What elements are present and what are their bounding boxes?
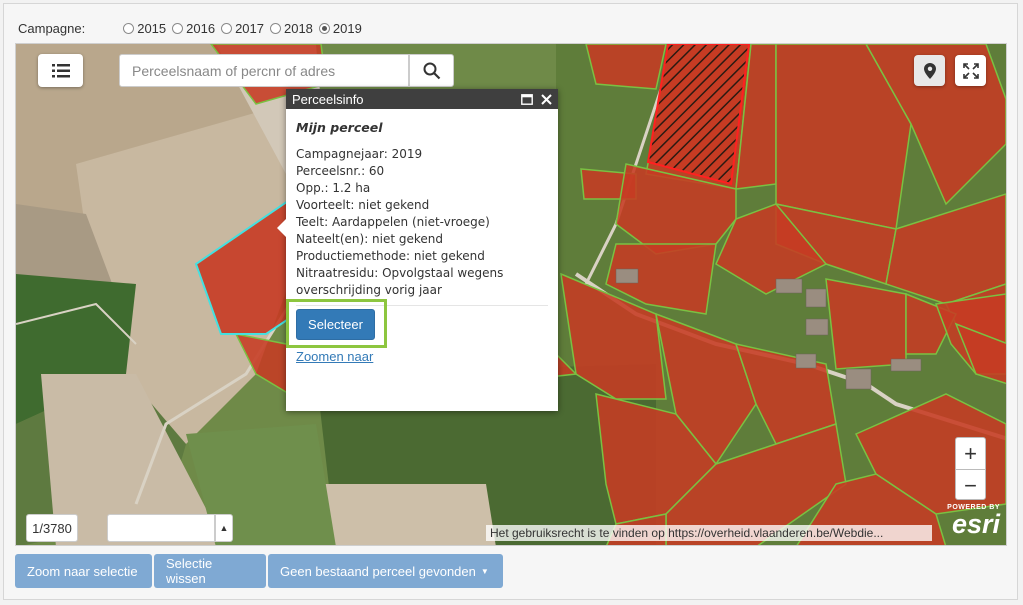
info-production-method: Productiemethode: niet gekend <box>296 249 485 263</box>
select-button[interactable]: Selecteer <box>296 309 375 340</box>
info-area: Opp.: 1.2 ha <box>296 181 371 195</box>
campaign-option-2019[interactable]: 2019 <box>318 21 364 36</box>
popup-title: Mijn perceel <box>296 120 383 135</box>
maximize-icon[interactable] <box>521 93 533 105</box>
page-indicator: 1/3780 <box>26 514 78 542</box>
popup-header-title: Perceelsinfo <box>292 91 364 107</box>
zoom-control: + − <box>955 437 986 500</box>
zoom-to-selection-label: Zoom naar selectie <box>27 563 138 579</box>
popup-content: Mijn perceel Campagnejaar: 2019 Perceels… <box>286 109 558 305</box>
location-pin-icon <box>923 62 936 79</box>
fullscreen-button[interactable] <box>955 55 986 86</box>
campaign-option-2015[interactable]: 2015 <box>123 21 168 36</box>
clear-selection-button[interactable]: Selectie wissen <box>154 554 266 588</box>
layer-list-button[interactable] <box>38 54 83 87</box>
radio-2019[interactable] <box>318 22 330 34</box>
esri-brand-text: esri <box>951 509 1000 539</box>
clear-selection-label: Selectie wissen <box>166 556 213 586</box>
map-attribution: Het gebruiksrecht is te vinden op https:… <box>486 525 932 541</box>
search-icon <box>423 62 440 79</box>
info-crop: Teelt: Aardappelen (niet-vroege) <box>296 215 490 229</box>
info-nitrate-residue-cont: overschrijding vorig jaar <box>296 283 442 297</box>
popup-pointer <box>277 219 286 237</box>
list-icon <box>51 63 70 77</box>
zoom-to-link[interactable]: Zoomen naar <box>296 349 373 364</box>
bottom-toolbar: Zoom naar selectie Selectie wissen Geen … <box>15 554 503 588</box>
no-parcel-found-dropdown[interactable]: Geen bestaand perceel gevonden ▼ <box>268 554 503 588</box>
campaign-label: Campagne: <box>18 20 86 36</box>
zoom-out-button[interactable]: − <box>956 470 985 501</box>
info-parcel-number: Perceelsnr.: 60 <box>296 164 385 178</box>
radio-2018[interactable] <box>269 22 281 34</box>
info-campaign-year: Campagnejaar: 2019 <box>296 147 423 161</box>
radio-2015[interactable] <box>123 22 135 34</box>
campaign-option-2018[interactable]: 2018 <box>269 21 315 36</box>
esri-logo: POWERED BY esri <box>938 504 1000 542</box>
campaign-selector: Campagne: 2015 2016 2017 2018 2019 <box>18 18 368 38</box>
close-icon[interactable] <box>541 93 552 105</box>
caret-down-icon: ▼ <box>480 566 489 576</box>
search-button[interactable] <box>409 54 454 87</box>
info-previous-crop: Voorteelt: niet gekend <box>296 198 430 212</box>
map-view[interactable]: Perceelsnaam of percnr of adres Perceels… <box>15 43 1007 546</box>
campaign-option-2016[interactable]: 2016 <box>172 21 217 36</box>
info-after-crop: Nateelt(en): niet gekend <box>296 232 444 246</box>
popup-header: Perceelsinfo <box>286 89 558 109</box>
info-nitrate-residue: Nitraatresidu: Opvolgstaal wegens <box>296 266 504 280</box>
zoom-to-selection-button[interactable]: Zoom naar selectie <box>15 554 152 588</box>
scale-input[interactable] <box>107 514 215 542</box>
scale-dropdown-toggle[interactable]: ▲ <box>215 514 233 542</box>
caret-up-icon: ▲ <box>219 523 229 533</box>
fullscreen-icon <box>962 62 979 79</box>
radio-2017[interactable] <box>221 22 233 34</box>
no-parcel-found-label: Geen bestaand perceel gevonden <box>280 563 476 579</box>
search-input[interactable]: Perceelsnaam of percnr of adres <box>119 54 409 87</box>
search-placeholder: Perceelsnaam of percnr of adres <box>132 62 336 79</box>
locate-button[interactable] <box>914 55 945 86</box>
parcel-info-popup: Perceelsinfo Mijn perceel Campagnejaar: … <box>277 89 558 411</box>
campaign-option-2017[interactable]: 2017 <box>221 21 266 36</box>
zoom-in-button[interactable]: + <box>956 438 985 469</box>
radio-2016[interactable] <box>172 22 184 34</box>
